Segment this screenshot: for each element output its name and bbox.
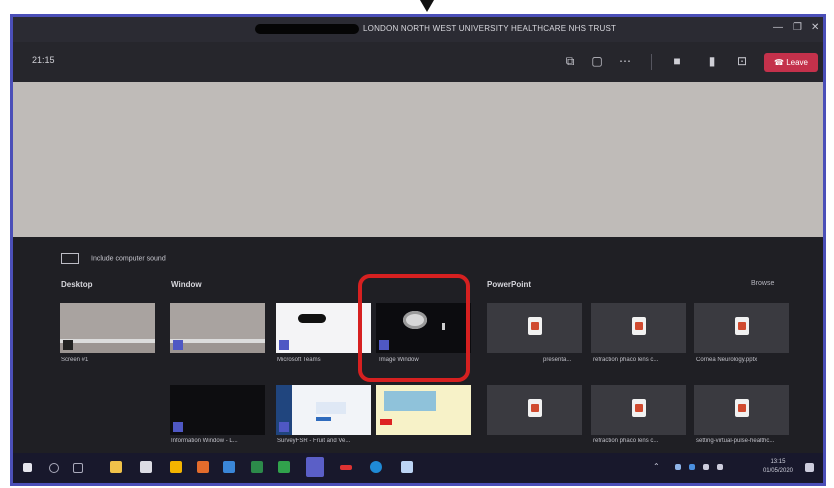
app-icon (380, 419, 392, 425)
redacted-content (298, 314, 326, 323)
window-thumb-survey[interactable] (276, 385, 371, 435)
ppt-thumb-1[interactable] (487, 303, 582, 353)
thumb-caption: SurveyFSR - Fruit and Ve... (277, 438, 351, 444)
powerpoint-icon (632, 399, 646, 417)
participants-icon[interactable]: ⧉ (561, 52, 579, 70)
meeting-toolbar: 21:15 ⧉ ▢ ⋯ ■ ▮ ⊡ ☎ Leave (13, 42, 823, 82)
ppt-thumb-4[interactable] (487, 385, 582, 435)
ppt-thumb-6[interactable] (694, 385, 789, 435)
leave-label: Leave (786, 58, 808, 67)
thumb-caption: Information Window - L... (171, 438, 238, 444)
page-card (316, 402, 346, 414)
ppt-thumb-2[interactable] (591, 303, 686, 353)
thumb-caption: refraction phaco lens c... (593, 357, 659, 363)
window-preview (170, 303, 265, 343)
teams-app-icon (279, 340, 289, 350)
close-button[interactable]: ✕ (811, 22, 819, 33)
thumb-caption: Cornea Neurology.pptx (696, 357, 758, 363)
taskbar-clock[interactable]: 13:15 01/05/2020 (763, 458, 793, 476)
tray-volume-icon[interactable] (703, 464, 709, 470)
section-powerpoint: PowerPoint (487, 280, 532, 289)
powerpoint-icon (632, 317, 646, 335)
redacted-title (255, 24, 359, 34)
screen-preview (60, 303, 155, 343)
section-window: Window (171, 280, 202, 289)
app-icon (173, 422, 183, 432)
app-icon-green[interactable] (278, 461, 290, 473)
powerpoint-icon (735, 317, 749, 335)
more-icon[interactable]: ⋯ (616, 52, 634, 70)
minimize-button[interactable]: — (773, 22, 783, 33)
annotation-arrow (420, 0, 434, 12)
tray-onedrive-icon[interactable] (689, 464, 695, 470)
thumb-caption: presenta... (543, 357, 572, 363)
powerpoint-icon (528, 399, 542, 417)
section-desktop: Desktop (61, 280, 93, 289)
thumb-caption: setting-virtual-pulse-healthc... (696, 438, 775, 444)
edge-icon[interactable] (370, 461, 382, 473)
office-icon[interactable] (197, 461, 209, 473)
outlook-icon[interactable] (223, 461, 235, 473)
leave-button[interactable]: ☎ Leave (764, 53, 818, 72)
include-audio-label: Include computer sound (91, 255, 166, 263)
clock-date: 01/05/2020 (762, 468, 793, 474)
camera-icon[interactable]: ■ (668, 52, 686, 70)
teams-app-icon (173, 340, 183, 350)
window-thumb-1[interactable] (170, 303, 265, 353)
powerpoint-icon (528, 317, 542, 335)
include-computer-sound-toggle[interactable]: Include computer sound (61, 253, 166, 264)
tray-chevron-icon[interactable]: ⌃ (653, 462, 665, 474)
store-icon[interactable] (140, 461, 152, 473)
windows-taskbar: ⌃ 13:15 01/05/2020 (13, 453, 823, 483)
slide-image (384, 391, 436, 411)
app-icon-light[interactable] (401, 461, 413, 473)
tray-battery-icon[interactable] (717, 464, 723, 470)
start-icon[interactable] (23, 463, 32, 472)
window-thumb-6[interactable] (376, 385, 471, 435)
notifications-icon[interactable] (805, 463, 814, 472)
app-icon-red[interactable] (340, 465, 352, 470)
browse-link[interactable]: Browse (751, 280, 774, 287)
sticky-notes-icon[interactable] (170, 461, 182, 473)
video-stage (13, 82, 823, 237)
ppt-thumb-3[interactable] (694, 303, 789, 353)
window-title: LONDON NORTH WEST UNIVERSITY HEALTHCARE … (363, 24, 617, 33)
thumb-caption: Screen #1 (61, 357, 89, 363)
clock-time: 13:15 (770, 459, 786, 465)
maximize-button[interactable]: ❐ (793, 22, 802, 33)
mic-icon[interactable]: ▮ (703, 52, 721, 70)
meeting-timer: 21:15 (32, 55, 55, 65)
ppt-thumb-5[interactable] (591, 385, 686, 435)
teams-taskbar-icon[interactable] (306, 457, 324, 477)
toolbar-divider (651, 54, 652, 70)
page-button (316, 417, 331, 421)
teams-meeting-window: LONDON NORTH WEST UNIVERSITY HEALTHCARE … (10, 14, 826, 486)
window-thumb-information[interactable] (170, 385, 265, 435)
thumb-caption: refraction phaco lens c... (593, 438, 659, 444)
window-thumb-teams[interactable] (276, 303, 371, 353)
chat-icon[interactable]: ▢ (588, 52, 606, 70)
excel-icon[interactable] (251, 461, 263, 473)
task-view-icon[interactable] (73, 463, 83, 473)
file-explorer-icon[interactable] (110, 461, 122, 473)
search-icon[interactable] (49, 463, 59, 473)
tray-network-icon[interactable] (675, 464, 681, 470)
desktop-thumb-screen-1[interactable] (60, 303, 155, 353)
toggle-icon[interactable] (61, 253, 79, 264)
powerpoint-icon (735, 399, 749, 417)
highlight-annotation (358, 274, 470, 382)
screen-icon (63, 340, 73, 350)
share-icon[interactable]: ⊡ (733, 52, 751, 70)
title-bar: LONDON NORTH WEST UNIVERSITY HEALTHCARE … (13, 17, 823, 42)
edge-app-icon (279, 422, 289, 432)
